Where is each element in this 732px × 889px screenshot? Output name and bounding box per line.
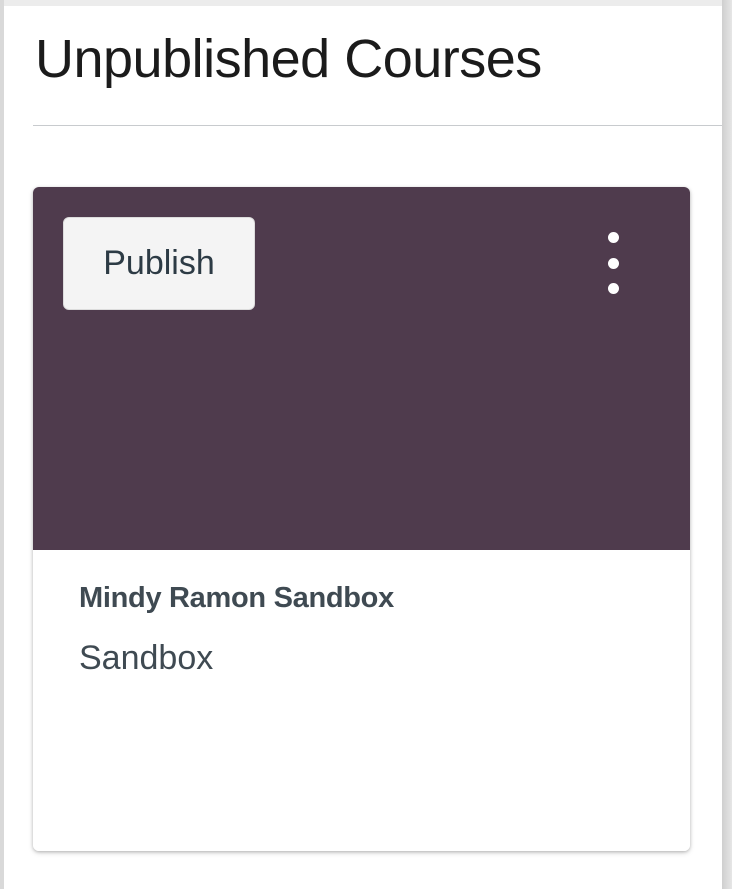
course-card[interactable]: Publish Mindy Ramon Sandbox Sandbox	[33, 187, 690, 851]
section-title: Unpublished Courses	[35, 29, 542, 89]
course-name-link[interactable]: Mindy Ramon Sandbox	[79, 582, 394, 615]
dashboard-page: Unpublished Courses Publish Mindy Ramon …	[0, 0, 732, 889]
window-top-edge	[0, 0, 732, 6]
menu-dot	[607, 232, 619, 243]
section-divider	[33, 125, 722, 126]
course-card-header[interactable]: Publish	[33, 187, 690, 550]
menu-dot	[607, 283, 619, 294]
kebab-menu-icon[interactable]	[598, 232, 628, 294]
window-scrollbar-edge	[722, 0, 732, 889]
window-left-edge	[0, 0, 4, 889]
course-term-label: Sandbox	[79, 639, 214, 677]
publish-button[interactable]: Publish	[63, 217, 255, 310]
menu-dot	[607, 257, 619, 269]
